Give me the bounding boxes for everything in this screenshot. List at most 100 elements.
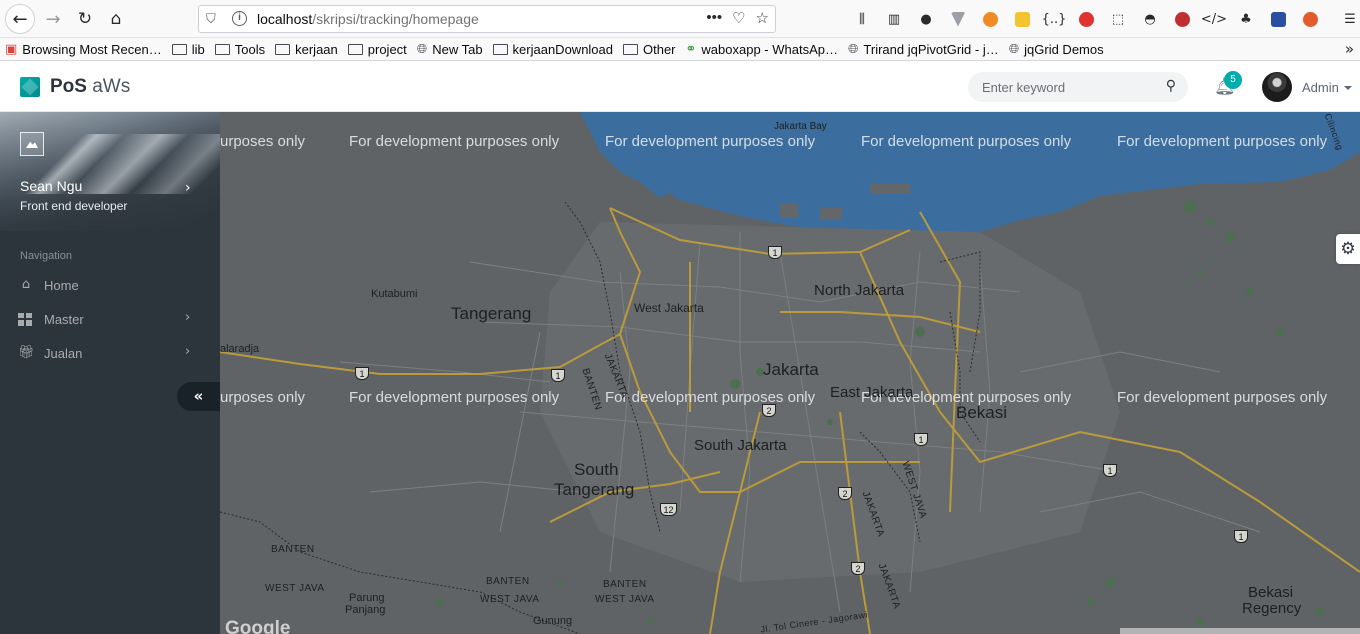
site-info-icon[interactable]: i xyxy=(232,11,247,26)
notification-badge[interactable]: 5 xyxy=(1224,71,1242,89)
bookmark-item[interactable]: kerjaan xyxy=(270,38,343,60)
dev-watermark: For development purposes only xyxy=(1117,133,1328,150)
vue-devtools-icon[interactable] xyxy=(942,8,974,30)
map-attribution[interactable] xyxy=(1120,628,1360,634)
folder-icon xyxy=(347,43,363,55)
ublock-icon[interactable] xyxy=(1166,8,1198,30)
bee-extension-icon[interactable]: ♣ xyxy=(1230,8,1262,30)
bookmark-item[interactable]: 🌐︎ New Tab xyxy=(412,38,488,60)
bookmark-item[interactable]: ⚭ waboxapp - WhatsAp… xyxy=(681,38,843,60)
gift-icon: 🎁︎ xyxy=(18,345,35,360)
source-code-icon[interactable]: </> xyxy=(1198,8,1230,30)
map-label-panjang: Panjang xyxy=(345,604,386,616)
tree-extension-icon[interactable] xyxy=(1294,8,1326,30)
page-actions-icon[interactable]: ••• xyxy=(706,9,722,27)
extension-toolbar: ⫼ ▥ ● {..} ⬚ ◓ </> ♣ ☰ xyxy=(846,8,1360,30)
folder-icon xyxy=(214,43,230,55)
map-label-banten: BANTEN xyxy=(486,576,530,587)
bookmark-item[interactable]: ▣ Browsing Most Recen… xyxy=(0,38,167,60)
profile-image xyxy=(20,132,44,156)
url-bar[interactable]: ⛉ i localhost/skripsi/tracking/homepage … xyxy=(198,5,776,33)
home-page-icon[interactable]: ⌂ xyxy=(101,4,131,34)
url-text[interactable]: localhost/skripsi/tracking/homepage xyxy=(257,11,479,27)
link-icon: ⚭ xyxy=(685,41,697,57)
logo-icon[interactable] xyxy=(20,77,40,97)
road-shield: 1 xyxy=(1103,464,1117,477)
bookmark-item[interactable]: 🌐︎ Trirand jqPivotGrid - j… xyxy=(843,38,1004,60)
bookmark-star-icon[interactable]: ☆ xyxy=(756,9,769,27)
bookmark-label: Trirand jqPivotGrid - j… xyxy=(863,41,999,57)
sidebar-item-label: Jualan xyxy=(44,346,83,361)
bookmark-label: waboxapp - WhatsAp… xyxy=(701,41,838,57)
avatar[interactable] xyxy=(1262,72,1292,102)
sidebar-item-home[interactable]: ⌂ Home xyxy=(0,269,220,303)
sidebar-profile[interactable]: Sean Ngu Front end developer › xyxy=(0,112,220,231)
dev-watermark: For development purposes only xyxy=(605,389,816,406)
v-extension-icon[interactable] xyxy=(1006,8,1038,30)
road-shield: 2 xyxy=(838,487,852,500)
bookmark-label: kerjaanDownload xyxy=(512,41,613,57)
folder-icon xyxy=(171,43,187,55)
map-label-bekasi: Bekasi xyxy=(956,403,1008,422)
search-input[interactable] xyxy=(982,78,1152,96)
account-icon[interactable]: ● xyxy=(910,8,942,30)
basketball-extension-icon[interactable] xyxy=(974,8,1006,30)
bookmark-item[interactable]: Tools xyxy=(210,38,270,60)
map-label-jakarta: Jakarta xyxy=(763,360,819,379)
menu-icon[interactable]: ☰ xyxy=(1334,8,1360,30)
nav-header: Navigation xyxy=(20,250,72,262)
brand-title[interactable]: PoS aWs xyxy=(50,76,130,98)
map-canvas[interactable]: urposes only For development purposes on… xyxy=(220,112,1360,634)
sidebar-minify-button[interactable]: « xyxy=(177,382,220,411)
bookmark-item[interactable]: lib xyxy=(167,38,210,60)
bookmark-item[interactable]: kerjaanDownload xyxy=(488,38,618,60)
map-label-west-java: WEST JAVA xyxy=(480,594,540,605)
map-label-tangerang: Tangerang xyxy=(451,304,532,323)
folder-icon xyxy=(623,43,638,55)
bookmark-label: lib xyxy=(191,41,205,57)
chevron-right-icon: › xyxy=(185,344,191,359)
grid-icon xyxy=(18,313,32,326)
sidebar-item-jualan[interactable]: 🎁︎ Jualan › xyxy=(0,337,220,371)
zotero-icon[interactable] xyxy=(1262,8,1294,30)
map-label-banten: BANTEN xyxy=(271,544,315,555)
gear-icon[interactable]: ⚙ xyxy=(1336,234,1360,264)
map-label-kutabumi: Kutabumi xyxy=(371,288,418,300)
road-shield: 1 xyxy=(1234,530,1248,543)
profile-name: Sean Ngu xyxy=(20,178,83,194)
json-viewer-icon[interactable]: {..} xyxy=(1038,8,1070,30)
road-shield: 1 xyxy=(355,367,369,380)
bookmark-item[interactable]: project xyxy=(343,38,412,60)
forward-arrow-icon[interactable]: → xyxy=(38,4,68,34)
bookmark-label: kerjaan xyxy=(295,41,338,57)
back-arrow-icon[interactable]: ← xyxy=(5,4,35,34)
map-label-west-java: WEST JAVA xyxy=(265,583,325,594)
bookmark-icon: ▣ xyxy=(5,41,18,57)
reload-icon[interactable]: ↻ xyxy=(70,4,100,34)
pocket-icon[interactable]: ♡ xyxy=(732,9,745,27)
bookmark-item[interactable]: Other xyxy=(618,38,681,60)
sidebar-item-label: Home xyxy=(44,278,79,293)
sidebar-icon[interactable]: ▥ xyxy=(878,8,910,30)
github-icon[interactable]: ◓ xyxy=(1134,8,1166,30)
road-shield: 12 xyxy=(660,503,677,516)
road-shield: 2 xyxy=(762,404,776,417)
google-logo[interactable]: Google xyxy=(225,618,290,634)
road-shield: 1 xyxy=(551,369,565,382)
road-shield: 1 xyxy=(768,246,782,259)
screenshot-icon[interactable]: ⬚ xyxy=(1102,8,1134,30)
profile-role: Front end developer xyxy=(20,199,128,213)
globe-icon: 🌐︎ xyxy=(848,41,859,57)
tracking-shield-icon[interactable]: ⛉ xyxy=(206,11,216,27)
bookmark-item[interactable]: 🌐︎ jqGrid Demos xyxy=(1004,38,1109,60)
map-label-bekasi-regency-2: Regency xyxy=(1242,600,1302,617)
adblock-plus-icon[interactable] xyxy=(1070,8,1102,30)
user-menu[interactable]: Admin xyxy=(1302,80,1352,95)
sidebar-item-master[interactable]: Master › xyxy=(0,303,220,337)
bookmarks-overflow-icon[interactable]: » xyxy=(1345,40,1354,58)
library-icon[interactable]: ⫼ xyxy=(846,8,878,30)
dev-watermark: urposes only xyxy=(220,133,306,150)
bookmark-label: project xyxy=(367,41,407,57)
search-icon[interactable]: ⚲ xyxy=(1166,78,1176,94)
home-icon: ⌂ xyxy=(21,277,31,292)
